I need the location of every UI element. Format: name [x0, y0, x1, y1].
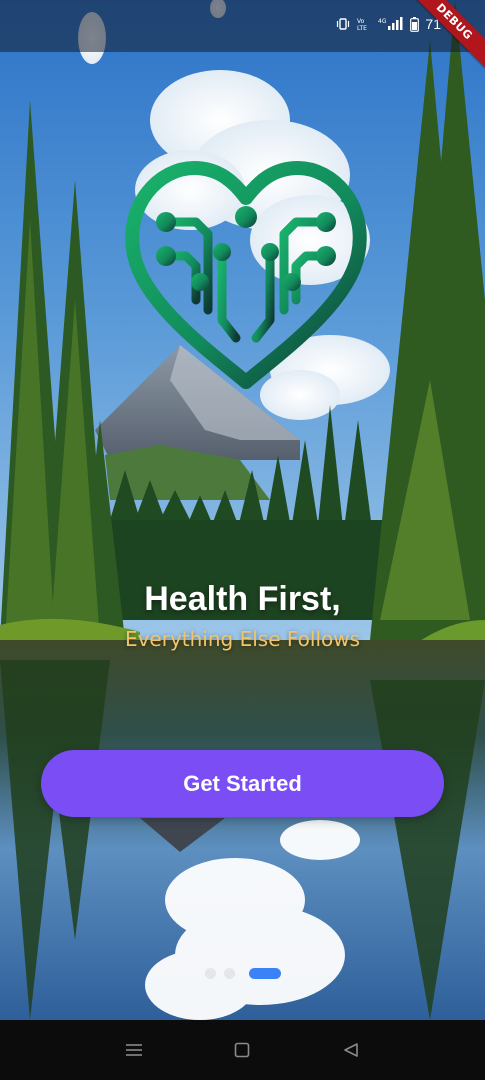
status-bar: Vo LTE 4G 71 — [0, 0, 485, 52]
headline-title: Health First, — [144, 580, 341, 618]
menu-icon[interactable] — [114, 1030, 154, 1070]
page-dot-3-active[interactable] — [248, 968, 281, 979]
back-icon[interactable] — [331, 1030, 371, 1070]
battery-icon — [410, 16, 420, 32]
headline-block: Health First, Everything Else Follows — [0, 580, 485, 651]
page-dot-1[interactable] — [204, 968, 216, 979]
svg-text:LTE: LTE — [357, 25, 367, 31]
background-landscape-image — [0, 0, 485, 1020]
heart-circuit-icon — [124, 160, 368, 390]
vibrate-icon — [336, 17, 350, 31]
home-icon[interactable] — [222, 1030, 262, 1070]
svg-text:Vo: Vo — [357, 18, 365, 25]
system-navigation-bar — [0, 1020, 485, 1080]
status-icons: Vo LTE 4G 71 — [336, 16, 441, 32]
page-dot-2[interactable] — [223, 968, 235, 979]
onboarding-screen: Vo LTE 4G 71 DEBUG Health First, Everyth… — [0, 0, 485, 1080]
get-started-button[interactable]: Get Started — [41, 750, 444, 817]
page-indicator — [0, 968, 485, 979]
svg-text:4G: 4G — [378, 18, 387, 25]
signal-4g-icon: 4G — [378, 17, 404, 31]
headline-tagline: Everything Else Follows — [124, 627, 361, 651]
volte-icon: Vo LTE — [356, 17, 372, 31]
